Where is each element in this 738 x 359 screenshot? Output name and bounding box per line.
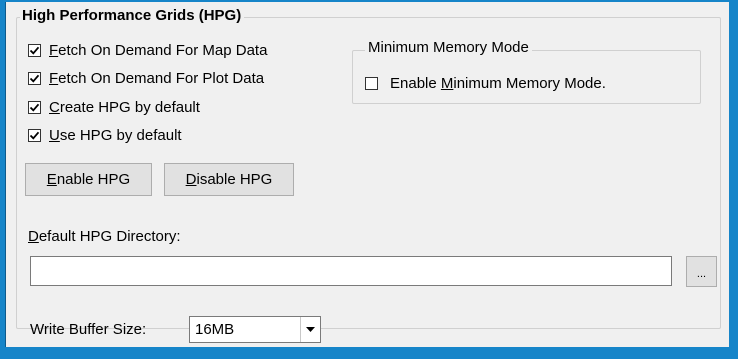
write-buffer-select[interactable]: 16MB [189,316,321,343]
check-icon [29,103,40,112]
check-icon [366,78,377,89]
checkbox-box[interactable] [28,128,41,142]
browse-button[interactable]: ... [686,256,717,287]
checkbox-box[interactable] [28,43,41,57]
checkbox-label: Fetch On Demand For Map Data [49,42,267,59]
directory-label: Default HPG Directory: [28,228,181,245]
checkbox-label: Use HPG by default [49,127,182,144]
checkbox-label-rest: etch On Demand For Plot Data [58,69,265,87]
check-icon [29,131,40,140]
checkbox-label-accel: M [440,74,454,92]
button-accel: D [185,171,197,188]
button-label: nable HPG [56,171,131,188]
checkbox-label-accel: C [49,98,60,116]
checkbox-box[interactable] [28,71,41,85]
checkbox-label-rest: se HPG by default [59,126,182,144]
checkbox-label-rest: etch On Demand For Map Data [58,41,268,59]
label-accel: D [28,228,39,245]
button-accel: E [46,171,57,188]
checkbox-label: Create HPG by default [49,99,200,116]
checkbox-label-accel: F [49,69,59,87]
minimum-memory-title: Minimum Memory Mode [365,38,532,58]
fetch-map-data-checkbox[interactable]: Fetch On Demand For Map Data [28,40,267,60]
dropdown-arrow-icon[interactable] [300,317,320,342]
use-hpg-checkbox[interactable]: Use HPG by default [28,125,182,145]
checkbox-label: Enable Minimum Memory Mode. [390,75,606,92]
minimum-memory-checkbox[interactable]: Enable Minimum Memory Mode. [365,73,606,93]
checkbox-label: Fetch On Demand For Plot Data [49,70,264,87]
checkbox-label-rest: reate HPG by default [59,98,200,116]
checkbox-box[interactable] [365,76,378,90]
hpg-directory-input[interactable] [30,256,672,286]
check-icon [29,46,40,55]
label-rest: efault HPG Directory: [38,228,181,245]
write-buffer-value: 16MB [195,321,235,338]
hpg-settings-panel: High Performance Grids (HPG) Fetch On De… [5,2,729,347]
checkbox-label-accel: U [49,126,60,144]
disable-hpg-button[interactable]: Disable HPG [164,163,294,196]
checkbox-box[interactable] [28,100,41,114]
fetch-plot-data-checkbox[interactable]: Fetch On Demand For Plot Data [28,68,264,88]
check-icon [29,74,40,83]
button-label: isable HPG [196,171,273,188]
write-buffer-label: Write Buffer Size: [30,321,147,338]
checkbox-label-accel: F [49,41,59,59]
checkbox-label-rest: inimum Memory Mode. [453,74,606,92]
create-hpg-checkbox[interactable]: Create HPG by default [28,97,200,117]
enable-hpg-button[interactable]: Enable HPG [25,163,152,196]
group-title: High Performance Grids (HPG) [20,7,245,25]
checkbox-label-pre: Enable [390,74,441,92]
